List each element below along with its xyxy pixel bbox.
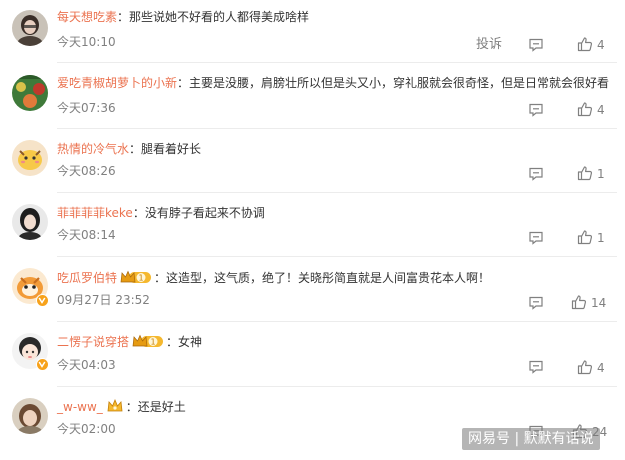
comment-time: 今天07:36 bbox=[57, 101, 116, 115]
verified-badge-icon bbox=[36, 294, 49, 307]
crown-icon: 1 bbox=[132, 334, 164, 347]
comment-text: 女神 bbox=[178, 335, 203, 349]
fan-level-badge: 1 bbox=[120, 269, 152, 285]
comment-text: 还是好土 bbox=[137, 400, 186, 414]
avatar[interactable] bbox=[12, 398, 48, 434]
crown-icon: 1 bbox=[120, 270, 152, 283]
divider bbox=[57, 192, 617, 193]
like-icon[interactable] bbox=[577, 36, 593, 52]
username-link[interactable]: _w-ww_ bbox=[57, 400, 103, 414]
avatar[interactable] bbox=[12, 204, 48, 240]
reply-icon[interactable] bbox=[528, 37, 544, 53]
divider bbox=[57, 62, 617, 63]
reply-icon[interactable] bbox=[528, 295, 544, 311]
comment-text: 腿看着好长 bbox=[141, 142, 202, 156]
comment-time: 今天04:03 bbox=[57, 358, 116, 372]
comment-item: 二愣子说穿搭 1 ：女神 今天04:03 4 bbox=[0, 324, 625, 388]
comment-time: 今天08:14 bbox=[57, 228, 116, 242]
username-link[interactable]: 热情的冷气水 bbox=[57, 142, 129, 156]
like-count: 4 bbox=[597, 103, 605, 117]
comment-text: 那些说她不好看的人都得美成啥样 bbox=[129, 10, 310, 24]
comment-item: 热情的冷气水：腿看着好长 今天08:26 1 bbox=[0, 130, 625, 194]
username-link[interactable]: 每天想吃素 bbox=[57, 10, 117, 24]
comment-item: 爱吃青椒胡萝卜的小新：主要是没腰，肩膀壮所以但是头又小，穿礼服就会很奇怪，但是日… bbox=[0, 64, 625, 129]
comment-text: 这造型，这气质，绝了！关晓彤简直就是人间富贵花本人啊！ bbox=[166, 271, 491, 285]
comment-time: 今天10:10 bbox=[57, 35, 116, 49]
comment-time: 今天08:26 bbox=[57, 164, 116, 178]
vip-badge bbox=[106, 398, 124, 414]
divider bbox=[57, 128, 617, 129]
source-watermark: 网易号 | 默默有话说 bbox=[462, 428, 600, 450]
report-button[interactable]: 投诉 bbox=[476, 36, 502, 54]
fan-level-badge: 1 bbox=[132, 333, 164, 349]
comment-item: 菲菲菲菲keke：没有脖子看起来不协调 今天08:14 1 bbox=[0, 194, 625, 258]
like-icon[interactable] bbox=[577, 101, 593, 117]
comment-line: 菲菲菲菲keke：没有脖子看起来不协调 bbox=[57, 206, 265, 220]
like-count: 4 bbox=[597, 361, 605, 375]
username-link[interactable]: 二愣子说穿搭 bbox=[57, 335, 129, 349]
reply-icon[interactable] bbox=[528, 359, 544, 375]
reply-icon[interactable] bbox=[528, 230, 544, 246]
reply-icon[interactable] bbox=[528, 102, 544, 118]
comment-line: 热情的冷气水：腿看着好长 bbox=[57, 142, 202, 156]
like-count: 4 bbox=[597, 38, 605, 52]
username-link[interactable]: 吃瓜罗伯特 bbox=[57, 271, 117, 285]
like-count: 1 bbox=[597, 231, 605, 245]
comment-line: 吃瓜罗伯特 1 ：这造型，这气质，绝了！关晓彤简直就是人间富贵花本人啊！ bbox=[57, 269, 491, 285]
like-count: 14 bbox=[591, 296, 607, 310]
divider bbox=[57, 386, 617, 387]
avatar[interactable] bbox=[12, 10, 48, 46]
comment-item: 每天想吃素：那些说她不好看的人都得美成啥样 今天10:10 投诉 4 bbox=[0, 0, 625, 64]
comment-time: 今天02:00 bbox=[57, 422, 116, 436]
comment-line: _w-ww_ ：还是好土 bbox=[57, 398, 186, 414]
comment-item: 吃瓜罗伯特 1 ：这造型，这气质，绝了！关晓彤简直就是人间富贵花本人啊！ 09月… bbox=[0, 258, 625, 322]
divider bbox=[57, 321, 617, 322]
like-icon[interactable] bbox=[577, 229, 593, 245]
verified-badge-icon bbox=[36, 358, 49, 371]
username-link[interactable]: 菲菲菲菲keke bbox=[57, 206, 133, 220]
comment-text: 主要是没腰，肩膀壮所以但是头又小，穿礼服就会很奇怪，但是日常就会很好看 bbox=[189, 76, 610, 90]
comment-line: 每天想吃素：那些说她不好看的人都得美成啥样 bbox=[57, 10, 310, 24]
reply-icon[interactable] bbox=[528, 166, 544, 182]
like-icon[interactable] bbox=[577, 359, 593, 375]
comment-time: 09月27日 23:52 bbox=[57, 293, 150, 307]
like-icon[interactable] bbox=[571, 294, 587, 310]
svg-text:1: 1 bbox=[150, 338, 155, 347]
svg-text:1: 1 bbox=[138, 274, 143, 283]
comment-line: 二愣子说穿搭 1 ：女神 bbox=[57, 333, 203, 349]
comment-line: 爱吃青椒胡萝卜的小新：主要是没腰，肩膀壮所以但是头又小，穿礼服就会很奇怪，但是日… bbox=[57, 76, 610, 90]
avatar[interactable] bbox=[12, 140, 48, 176]
like-count: 1 bbox=[597, 167, 605, 181]
username-link[interactable]: 爱吃青椒胡萝卜的小新 bbox=[57, 76, 177, 90]
comment-text: 没有脖子看起来不协调 bbox=[144, 206, 265, 220]
like-icon[interactable] bbox=[577, 165, 593, 181]
avatar[interactable] bbox=[12, 75, 48, 111]
divider bbox=[57, 256, 617, 257]
crown-icon bbox=[107, 398, 123, 412]
